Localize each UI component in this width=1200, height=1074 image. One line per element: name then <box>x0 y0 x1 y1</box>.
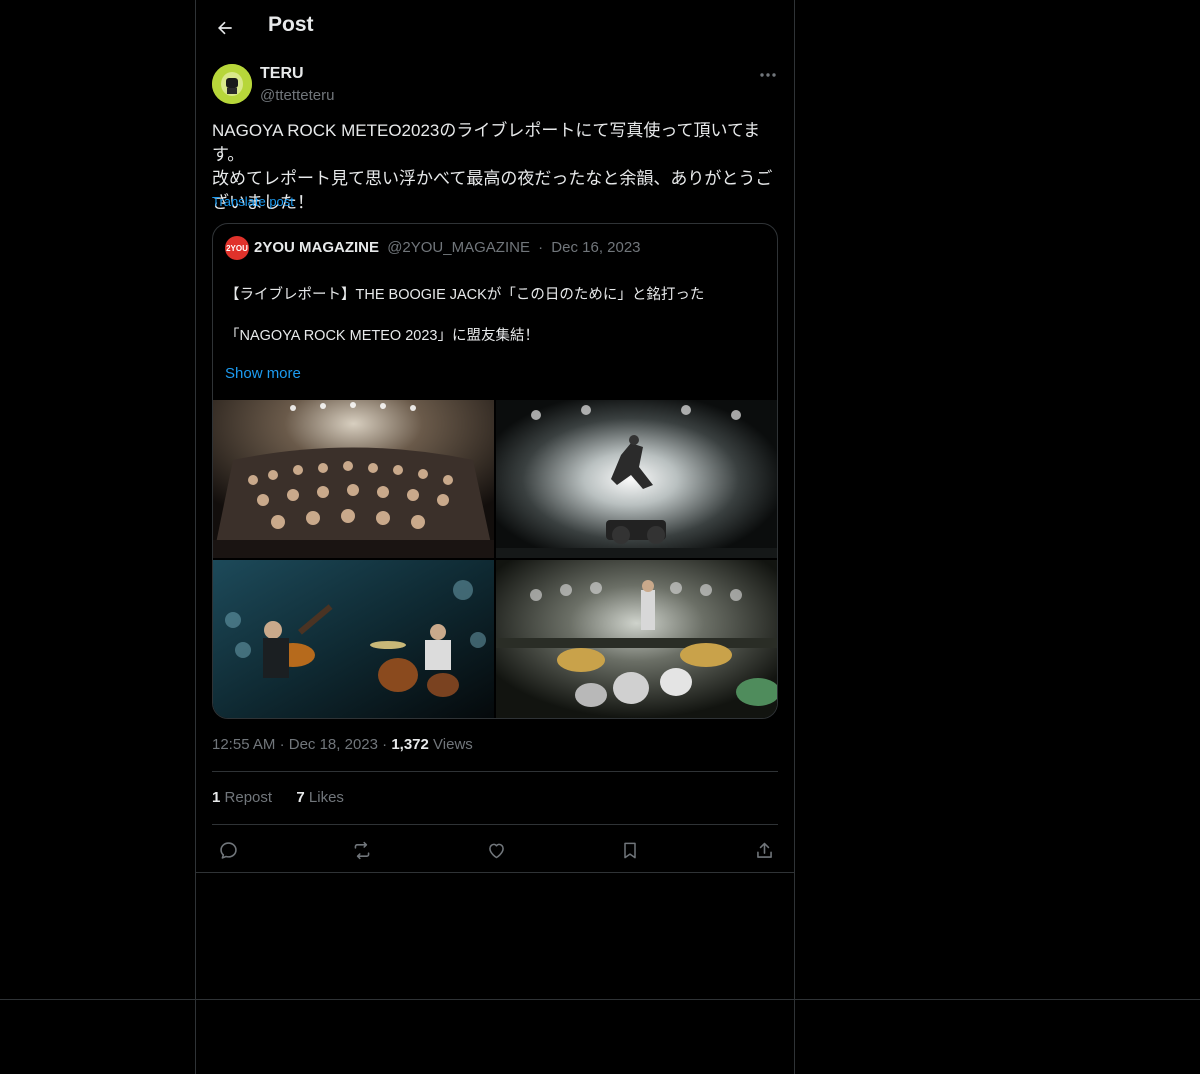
post-text-line: 改めてレポート見て思い浮かべて最高の夜だったなと余韻、ありがとうご <box>212 169 773 188</box>
translate-post-link[interactable]: Translate post <box>212 194 294 209</box>
repost-icon <box>351 840 373 861</box>
quote-author-name[interactable]: 2YOU MAGAZINE <box>254 239 379 256</box>
back-button[interactable] <box>211 14 239 42</box>
repost-count: 1 <box>212 789 221 806</box>
quote-text-line: 「NAGOYA ROCK METEO 2023」に盟友集結！ <box>225 327 539 344</box>
post-date[interactable]: Dec 18, 2023 <box>289 736 378 753</box>
post-text-line: NAGOYA ROCK METEO2023のライブレポートにて写真使って頂いてま… <box>212 121 761 164</box>
divider <box>212 771 778 772</box>
quote-date: Dec 16, 2023 <box>551 239 641 256</box>
media-image[interactable] <box>213 400 494 558</box>
like-icon <box>486 840 507 861</box>
bookmark-button[interactable] <box>615 836 645 864</box>
show-more-link[interactable]: Show more <box>225 365 301 382</box>
repost-label: Repost <box>224 789 273 806</box>
page-title: Post <box>268 13 314 36</box>
post-column: Post TERU @ttetteteru NAGOYA ROCK METEO2… <box>195 0 795 1074</box>
repost-button[interactable] <box>347 836 377 864</box>
share-icon <box>754 840 775 861</box>
media-grid <box>213 400 777 718</box>
quoted-post[interactable]: 2YOU 2YOU MAGAZINE @2YOU_MAGAZINE · Dec … <box>212 223 778 719</box>
views-label: Views <box>433 736 473 753</box>
share-button[interactable] <box>749 836 779 864</box>
quote-avatar[interactable]: 2YOU <box>225 236 249 260</box>
like-button[interactable] <box>481 836 511 864</box>
separator-dot: · <box>382 736 392 753</box>
quote-author-handle: @2YOU_MAGAZINE <box>387 239 530 256</box>
media-image[interactable] <box>213 560 494 718</box>
likes-label: Likes <box>308 789 344 806</box>
divider <box>196 872 794 873</box>
quote-header: 2YOU MAGAZINE @2YOU_MAGAZINE · Dec 16, 2… <box>254 239 641 256</box>
back-arrow-icon <box>215 18 235 38</box>
engagement-stats: 1 Repost 7 Likes <box>212 789 344 806</box>
author-name[interactable]: TERU <box>260 65 304 83</box>
more-button[interactable] <box>754 64 782 86</box>
likes-stat[interactable]: 7 Likes <box>296 789 344 806</box>
post-time[interactable]: 12:55 AM <box>212 736 275 753</box>
separator-dot: · <box>538 239 544 256</box>
author-handle[interactable]: @ttetteteru <box>260 87 334 104</box>
quote-text-line: 【ライブレポート】THE BOOGIE JACKが「この日のために」と銘打った <box>225 286 705 303</box>
post-text: NAGOYA ROCK METEO2023のライブレポートにて写真使って頂いてま… <box>212 119 778 215</box>
post-timestamp: 12:55 AM · Dec 18, 2023 · 1,372 Views <box>212 736 473 753</box>
likes-count: 7 <box>296 789 305 806</box>
more-icon <box>759 72 777 78</box>
reposts-stat[interactable]: 1 Repost <box>212 789 272 806</box>
reply-icon <box>218 840 239 861</box>
post-text-line: ざいました！ <box>212 193 314 212</box>
bookmark-icon <box>620 840 640 861</box>
views-count: 1,372 <box>391 736 429 753</box>
divider <box>212 824 778 825</box>
media-image[interactable] <box>496 400 777 558</box>
separator-dot: · <box>279 736 289 753</box>
reply-button[interactable] <box>213 836 243 864</box>
avatar[interactable] <box>212 64 252 104</box>
media-image[interactable] <box>496 560 777 718</box>
